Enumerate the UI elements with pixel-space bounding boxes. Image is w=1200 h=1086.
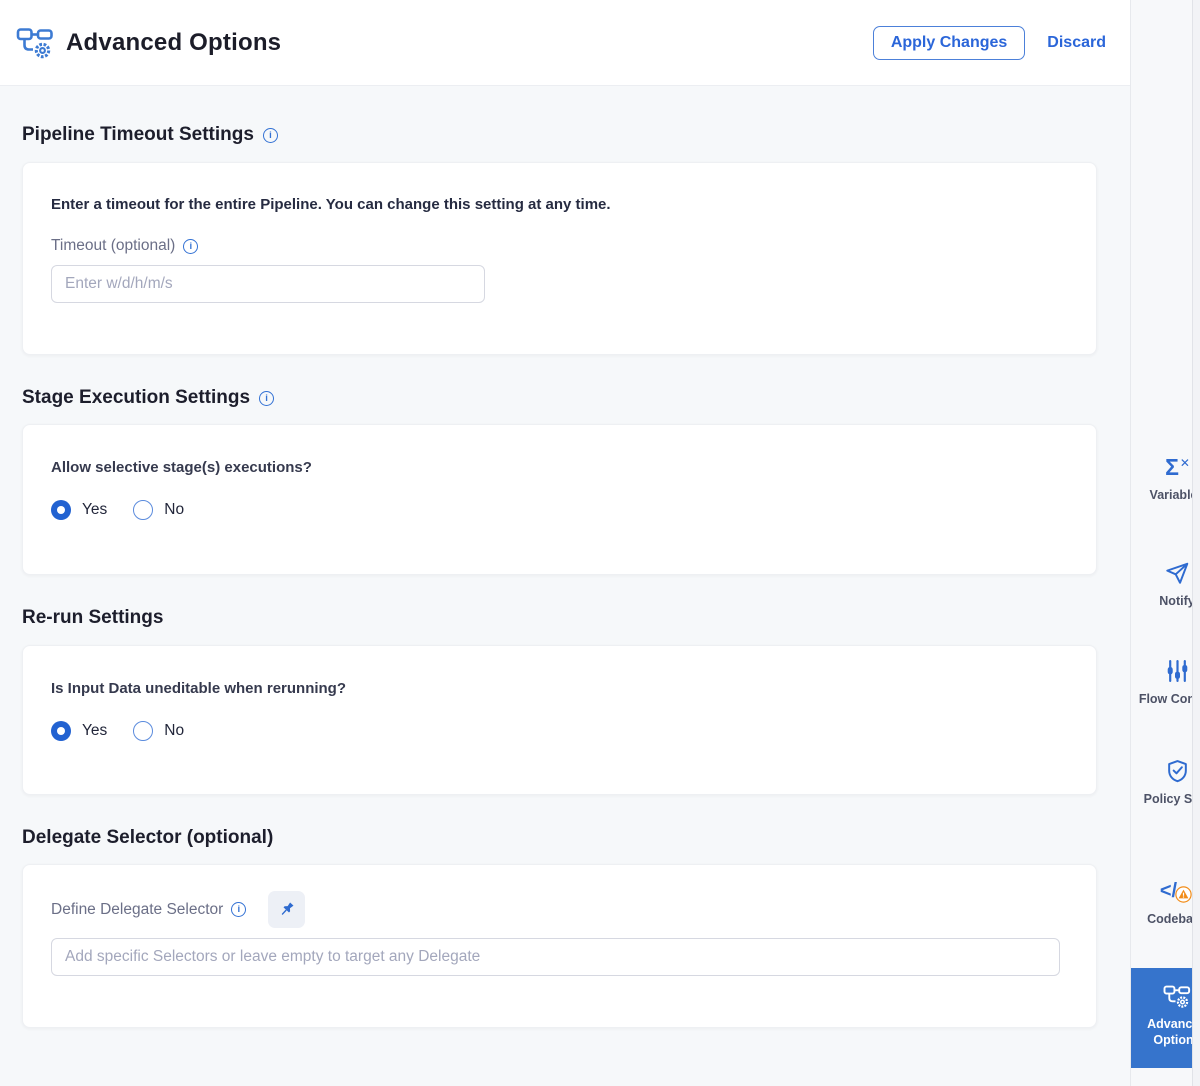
- sidebar-item-label: Policy Sets: [1131, 792, 1200, 808]
- radio-no[interactable]: [133, 721, 153, 741]
- timeout-input[interactable]: [51, 265, 485, 303]
- sidebar-item-flow-control[interactable]: Flow Control: [1131, 656, 1200, 708]
- sidebar-item-label: Advanced Options: [1131, 1017, 1200, 1048]
- info-icon[interactable]: [231, 902, 246, 917]
- advanced-options-panel: Advanced Options Apply Changes Discard P…: [0, 0, 1200, 1086]
- stage-execution-question: Allow selective stage(s) executions?: [51, 459, 1068, 476]
- sidebar-item-policy-sets[interactable]: Policy Sets: [1131, 756, 1200, 808]
- sidebar-item-label: Notify: [1131, 594, 1200, 610]
- radio-yes[interactable]: [51, 500, 71, 520]
- sigma-x-icon: Σ✕: [1165, 454, 1189, 480]
- stage-execution-card: Allow selective stage(s) executions? Yes…: [22, 424, 1097, 575]
- pipeline-timeout-heading: Pipeline Timeout Settings: [22, 124, 278, 146]
- gear-glyph: [36, 44, 48, 56]
- sidebar-item-label: Flow Control: [1131, 692, 1200, 708]
- radio-yes-label[interactable]: Yes: [82, 501, 107, 519]
- rerun-card: Is Input Data uneditable when rerunning?…: [22, 645, 1097, 795]
- heading-text: Pipeline Timeout Settings: [22, 124, 254, 146]
- stage-execution-radio-group: Yes No: [51, 500, 1068, 520]
- sidebar-item-variables[interactable]: Σ✕ Variables: [1131, 452, 1200, 504]
- pipeline-timeout-card: Enter a timeout for the entire Pipeline.…: [22, 162, 1097, 355]
- stage-execution-heading: Stage Execution Settings: [22, 387, 274, 409]
- shield-check-icon: [1165, 758, 1190, 784]
- pushpin-icon: [277, 900, 297, 920]
- pipeline-flow-gear-icon: [1163, 984, 1191, 1009]
- pipeline-config-sidebar: Σ✕ Variables Notify: [1130, 0, 1200, 1086]
- scrollbar-track[interactable]: [1192, 0, 1200, 1086]
- pin-button[interactable]: [268, 891, 305, 928]
- timeout-description: Enter a timeout for the entire Pipeline.…: [51, 196, 1068, 213]
- page-title: Advanced Options: [66, 29, 281, 57]
- radio-no-label[interactable]: No: [164, 722, 184, 740]
- delegate-selector-input[interactable]: [51, 938, 1060, 976]
- info-icon[interactable]: [263, 128, 278, 143]
- info-icon[interactable]: [183, 239, 198, 254]
- radio-yes-label[interactable]: Yes: [82, 722, 107, 740]
- timeout-label: Timeout (optional): [51, 237, 175, 255]
- sidebar-item-advanced-options[interactable]: Advanced Options: [1131, 968, 1200, 1068]
- pipeline-flow-gear-icon: [16, 26, 54, 60]
- radio-no-label[interactable]: No: [164, 501, 184, 519]
- radio-no[interactable]: [133, 500, 153, 520]
- rerun-heading: Re-run Settings: [22, 607, 163, 629]
- code-warning-icon: </: [1160, 878, 1194, 904]
- radio-yes[interactable]: [51, 721, 71, 741]
- delegate-selector-card: Define Delegate Selector: [22, 864, 1097, 1028]
- info-icon[interactable]: [259, 391, 274, 406]
- delegate-label: Define Delegate Selector: [51, 901, 223, 919]
- heading-text: Delegate Selector (optional): [22, 827, 273, 849]
- delegate-selector-heading: Delegate Selector (optional): [22, 827, 273, 849]
- sidebar-item-notify[interactable]: Notify: [1131, 558, 1200, 610]
- settings-content: Pipeline Timeout Settings Enter a timeou…: [0, 86, 1130, 1086]
- sidebar-item-label: Variables: [1131, 488, 1200, 504]
- sidebar-item-codebase[interactable]: </ Codebase: [1131, 876, 1200, 928]
- heading-text: Re-run Settings: [22, 607, 163, 629]
- rerun-radio-group: Yes No: [51, 721, 1068, 741]
- heading-text: Stage Execution Settings: [22, 387, 250, 409]
- sidebar-item-label: Codebase: [1131, 912, 1200, 928]
- paper-plane-icon: [1164, 560, 1190, 586]
- rerun-question: Is Input Data uneditable when rerunning?: [51, 680, 1068, 697]
- apply-changes-button[interactable]: Apply Changes: [873, 26, 1025, 60]
- discard-link[interactable]: Discard: [1047, 34, 1106, 52]
- panel-header: Advanced Options Apply Changes Discard: [0, 0, 1130, 86]
- sliders-icon: [1165, 658, 1190, 684]
